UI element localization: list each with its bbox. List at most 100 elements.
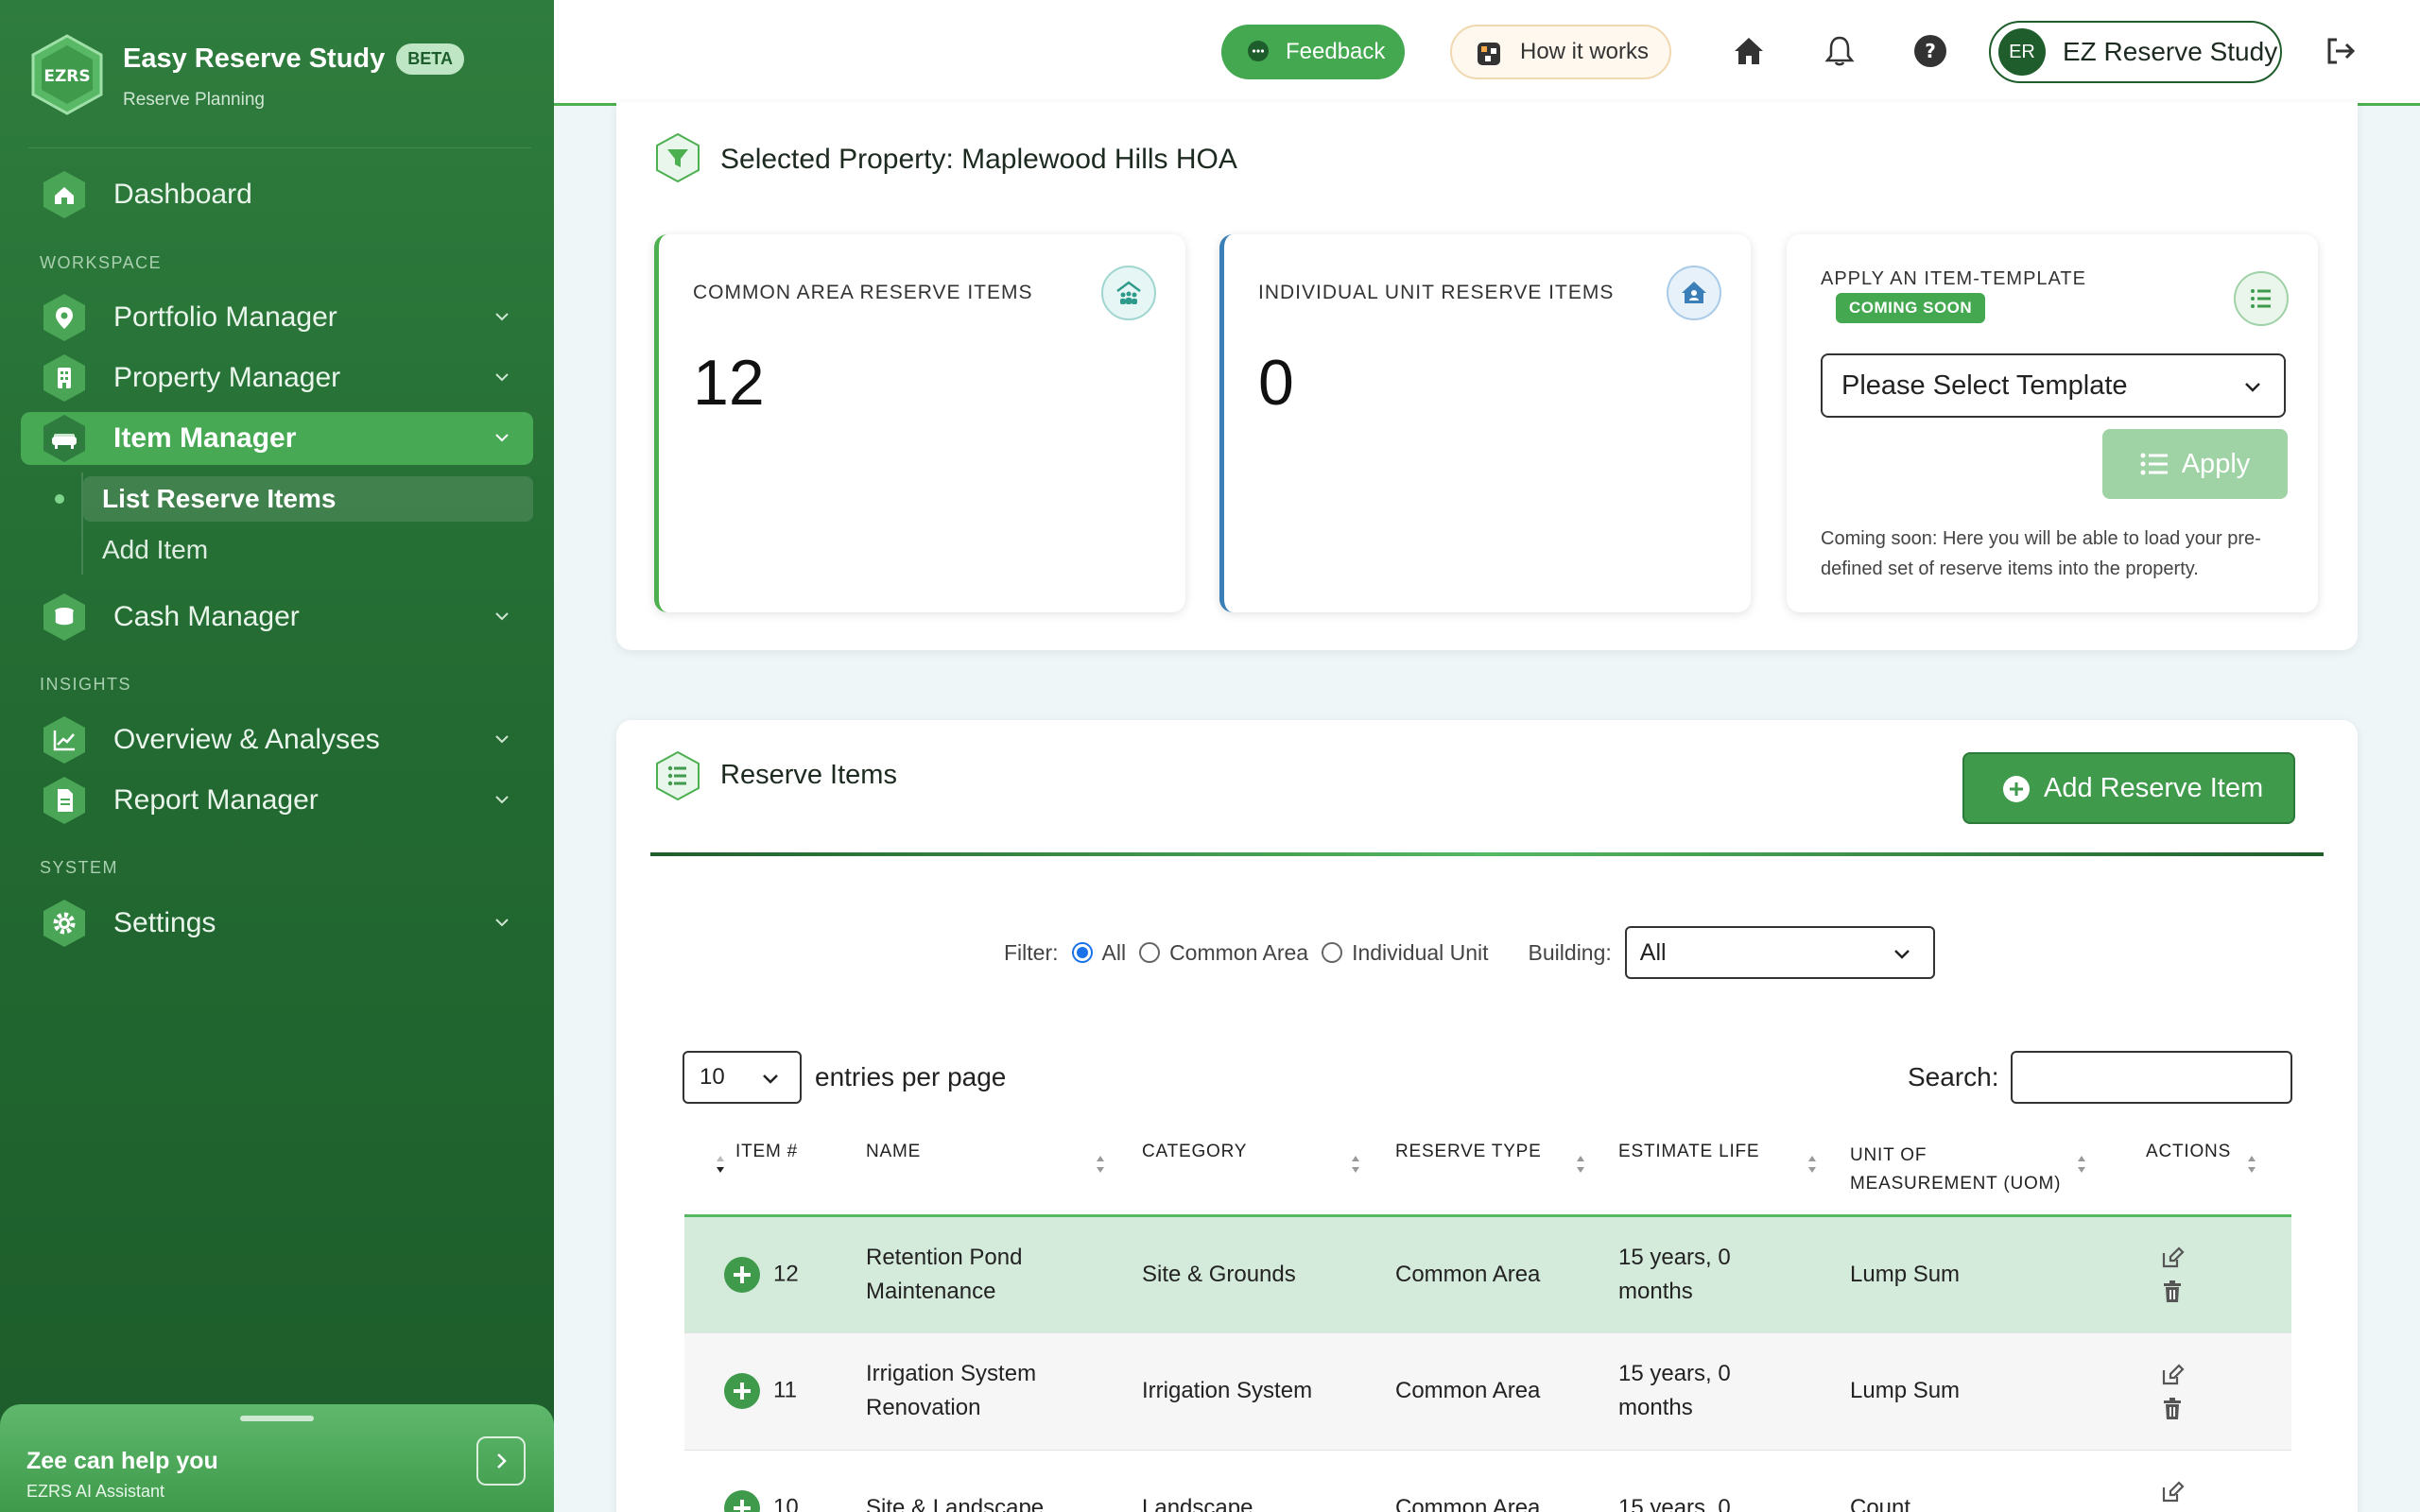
filter-common-radio[interactable] — [1139, 942, 1161, 963]
chevron-down-icon — [495, 919, 509, 927]
col-name-label: NAME — [866, 1142, 922, 1161]
nav-cash-label: Cash Manager — [113, 601, 300, 632]
brand-title: Easy Reserve Study — [123, 43, 386, 74]
nav-property-label: Property Manager — [113, 362, 341, 393]
filter-icon — [656, 132, 700, 183]
col-item-number[interactable]: ITEM # — [684, 1117, 856, 1217]
individual-unit-stat-card: INDIVIDUAL UNIT RESERVE ITEMS 0 — [1219, 234, 1751, 612]
bell-icon[interactable] — [1821, 32, 1858, 70]
ai-assistant-panel[interactable]: Zee can help you EZRS AI Assistant — [0, 1404, 554, 1512]
assistant-open-button[interactable] — [476, 1436, 526, 1486]
couch-icon — [42, 414, 87, 463]
building-label: Building: — [1528, 939, 1612, 965]
coins-icon — [42, 593, 87, 642]
nav-settings[interactable]: Settings — [21, 897, 533, 950]
selected-property-card: Selected Property: Maplewood Hills HOA C… — [616, 102, 2358, 650]
item-number: 12 — [773, 1260, 799, 1286]
template-select-value: Please Select Template — [1841, 369, 2128, 401]
add-reserve-item-button[interactable]: Add Reserve Item — [1962, 752, 2295, 824]
table-row[interactable]: 11 Irrigation System Renovation Irrigati… — [684, 1332, 2291, 1450]
sidebar: EZRS Easy Reserve Study BETA Reserve Pla… — [0, 0, 554, 1512]
section-insights: INSIGHTS — [40, 675, 132, 694]
home-icon — [42, 170, 87, 219]
list-icon — [2234, 271, 2289, 326]
item-reserve-type: Common Area — [1386, 1449, 1609, 1512]
entries-label: entries per page — [815, 1062, 1007, 1091]
table-row[interactable]: 12 Retention Pond Maintenance Site & Gro… — [684, 1215, 2291, 1332]
nav-portfolio-manager[interactable]: Portfolio Manager — [21, 291, 533, 344]
item-uom: Lump Sum — [1841, 1215, 2136, 1332]
user-name: EZ Reserve Study — [2063, 37, 2278, 66]
nav-cash-manager[interactable]: Cash Manager — [21, 591, 533, 644]
nav-report-label: Report Manager — [113, 784, 319, 816]
filter-common-label[interactable]: Common Area — [1169, 940, 1308, 966]
nav-overview-analyses[interactable]: Overview & Analyses — [21, 713, 533, 766]
expand-row-icon[interactable] — [724, 1256, 760, 1293]
chevron-down-icon — [763, 1074, 778, 1084]
sub-add-item[interactable]: Add Item — [83, 527, 533, 573]
section-divider — [650, 852, 2324, 856]
top-bar: Feedback How it works ? ER EZ Reserve St… — [554, 0, 2420, 106]
filter-all-radio[interactable] — [1071, 942, 1093, 963]
assistant-subtitle: EZRS AI Assistant — [26, 1482, 165, 1501]
item-number: 11 — [773, 1377, 797, 1403]
brand[interactable]: EZRS Easy Reserve Study BETA Reserve Pla… — [30, 34, 464, 115]
col-category[interactable]: CATEGORY — [1132, 1117, 1386, 1217]
community-icon — [1101, 266, 1156, 320]
col-estimate-life[interactable]: ESTIMATE LIFE — [1609, 1117, 1841, 1217]
sidebar-divider — [28, 147, 531, 148]
search-input[interactable] — [2010, 1051, 2292, 1104]
building-select[interactable]: All — [1624, 926, 1935, 979]
trash-icon[interactable] — [2159, 1279, 2186, 1305]
location-pin-icon — [42, 293, 87, 342]
chevron-down-icon — [495, 313, 509, 321]
nav-report-manager[interactable]: Report Manager — [21, 774, 533, 827]
filter-all-label[interactable]: All — [1102, 940, 1127, 966]
filter-unit-label[interactable]: Individual Unit — [1352, 940, 1488, 966]
filter-bar: Filter: All Common Area Individual Unit … — [1004, 926, 1935, 979]
apply-template-button[interactable]: Apply — [2102, 429, 2288, 499]
col-actions-label: ACTIONS — [2146, 1142, 2232, 1161]
help-icon[interactable]: ? — [1911, 32, 1949, 70]
nav-item-manager[interactable]: Item Manager — [21, 412, 533, 465]
table-row[interactable]: 10 Site & Landscape Landscape Common Are… — [684, 1449, 2291, 1512]
col-category-label: CATEGORY — [1142, 1142, 1248, 1161]
expand-row-icon[interactable] — [724, 1373, 760, 1409]
col-name[interactable]: NAME — [856, 1117, 1132, 1217]
edit-icon[interactable] — [2159, 1245, 2186, 1271]
sub-list-reserve-items[interactable]: List Reserve Items — [83, 476, 533, 522]
template-select[interactable]: Please Select Template — [1821, 353, 2286, 418]
brand-logo-text: EZRS — [43, 67, 90, 86]
how-it-works-button[interactable]: How it works — [1450, 25, 1671, 79]
sort-icon — [1352, 1156, 1359, 1173]
drag-handle[interactable] — [240, 1416, 314, 1421]
chevron-right-icon — [497, 1453, 507, 1469]
user-menu-button[interactable]: ER EZ Reserve Study — [1989, 21, 2282, 83]
sort-icon — [2248, 1156, 2256, 1173]
nav-item-manager-label: Item Manager — [113, 422, 297, 454]
nav-property-manager[interactable]: Property Manager — [21, 352, 533, 404]
col-uom-label: UNIT OF MEASUREMENT (UOM) — [1850, 1145, 2062, 1194]
item-name: Irrigation System Renovation — [866, 1361, 1037, 1420]
sort-icon — [2078, 1156, 2085, 1173]
list-icon — [656, 750, 700, 801]
chevron-down-icon — [495, 735, 509, 744]
expand-row-icon[interactable] — [724, 1490, 760, 1512]
home-icon[interactable] — [1730, 32, 1768, 70]
chart-line-icon — [42, 715, 87, 765]
col-uom[interactable]: UNIT OF MEASUREMENT (UOM) — [1841, 1117, 2136, 1217]
col-item-label: ITEM # — [735, 1142, 799, 1161]
trash-icon[interactable] — [2159, 1396, 2186, 1422]
filter-unit-radio[interactable] — [1322, 942, 1343, 963]
reserve-items-table: ITEM # NAME CATEGORY RESERVE TYPE ESTIMA… — [684, 1117, 2291, 1512]
edit-icon[interactable] — [2159, 1362, 2186, 1388]
house-user-icon — [1667, 266, 1721, 320]
col-actions[interactable]: ACTIONS — [2136, 1117, 2291, 1217]
edit-icon[interactable] — [2159, 1479, 2186, 1505]
entries-per-page-select[interactable]: 10 — [683, 1051, 802, 1104]
feedback-button[interactable]: Feedback — [1221, 25, 1405, 79]
nav-dashboard[interactable]: Dashboard — [21, 168, 533, 221]
logout-icon[interactable] — [2322, 32, 2360, 70]
page-title: Selected Property: Maplewood Hills HOA — [720, 144, 1237, 175]
col-reserve-type[interactable]: RESERVE TYPE — [1386, 1117, 1609, 1217]
